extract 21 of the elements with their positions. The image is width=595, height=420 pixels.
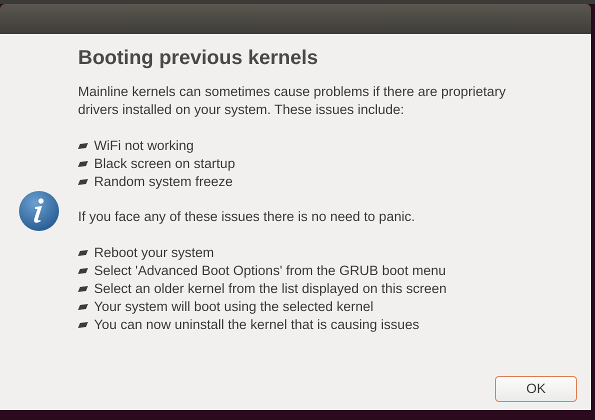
bullet-icon: [78, 179, 88, 185]
issue-item: WiFi not working: [94, 137, 194, 155]
bullet-icon: [78, 250, 88, 256]
info-icon: [18, 190, 60, 232]
step-item: Select an older kernel from the list displayed on this screen: [94, 280, 447, 298]
step-item: Select 'Advanced Boot Options' from the GRUB boot menu: [94, 262, 446, 280]
bullet-icon: [78, 161, 88, 167]
bullet-icon: [78, 286, 88, 292]
issue-item: Random system freeze: [94, 173, 233, 191]
ok-button[interactable]: OK: [495, 376, 577, 402]
step-item: You can now uninstall the kernel that is causing issues: [94, 316, 420, 334]
step-item: Reboot your system: [94, 244, 214, 262]
bullet-icon: [78, 322, 88, 328]
issue-item: Black screen on startup: [94, 155, 236, 173]
intro-text: Mainline kernels can sometimes cause problems if there are proprietary drivers installed on your system. These issues include:: [78, 83, 507, 119]
bullet-icon: [78, 143, 88, 149]
bullet-icon: [78, 304, 88, 310]
step-item: Your system will boot using the selected kernel: [94, 298, 374, 316]
advice-text: If you face any of these issues there is no need to panic.: [78, 208, 416, 226]
dialog-heading: Booting previous kernels: [78, 46, 320, 71]
bullet-icon: [78, 268, 88, 274]
